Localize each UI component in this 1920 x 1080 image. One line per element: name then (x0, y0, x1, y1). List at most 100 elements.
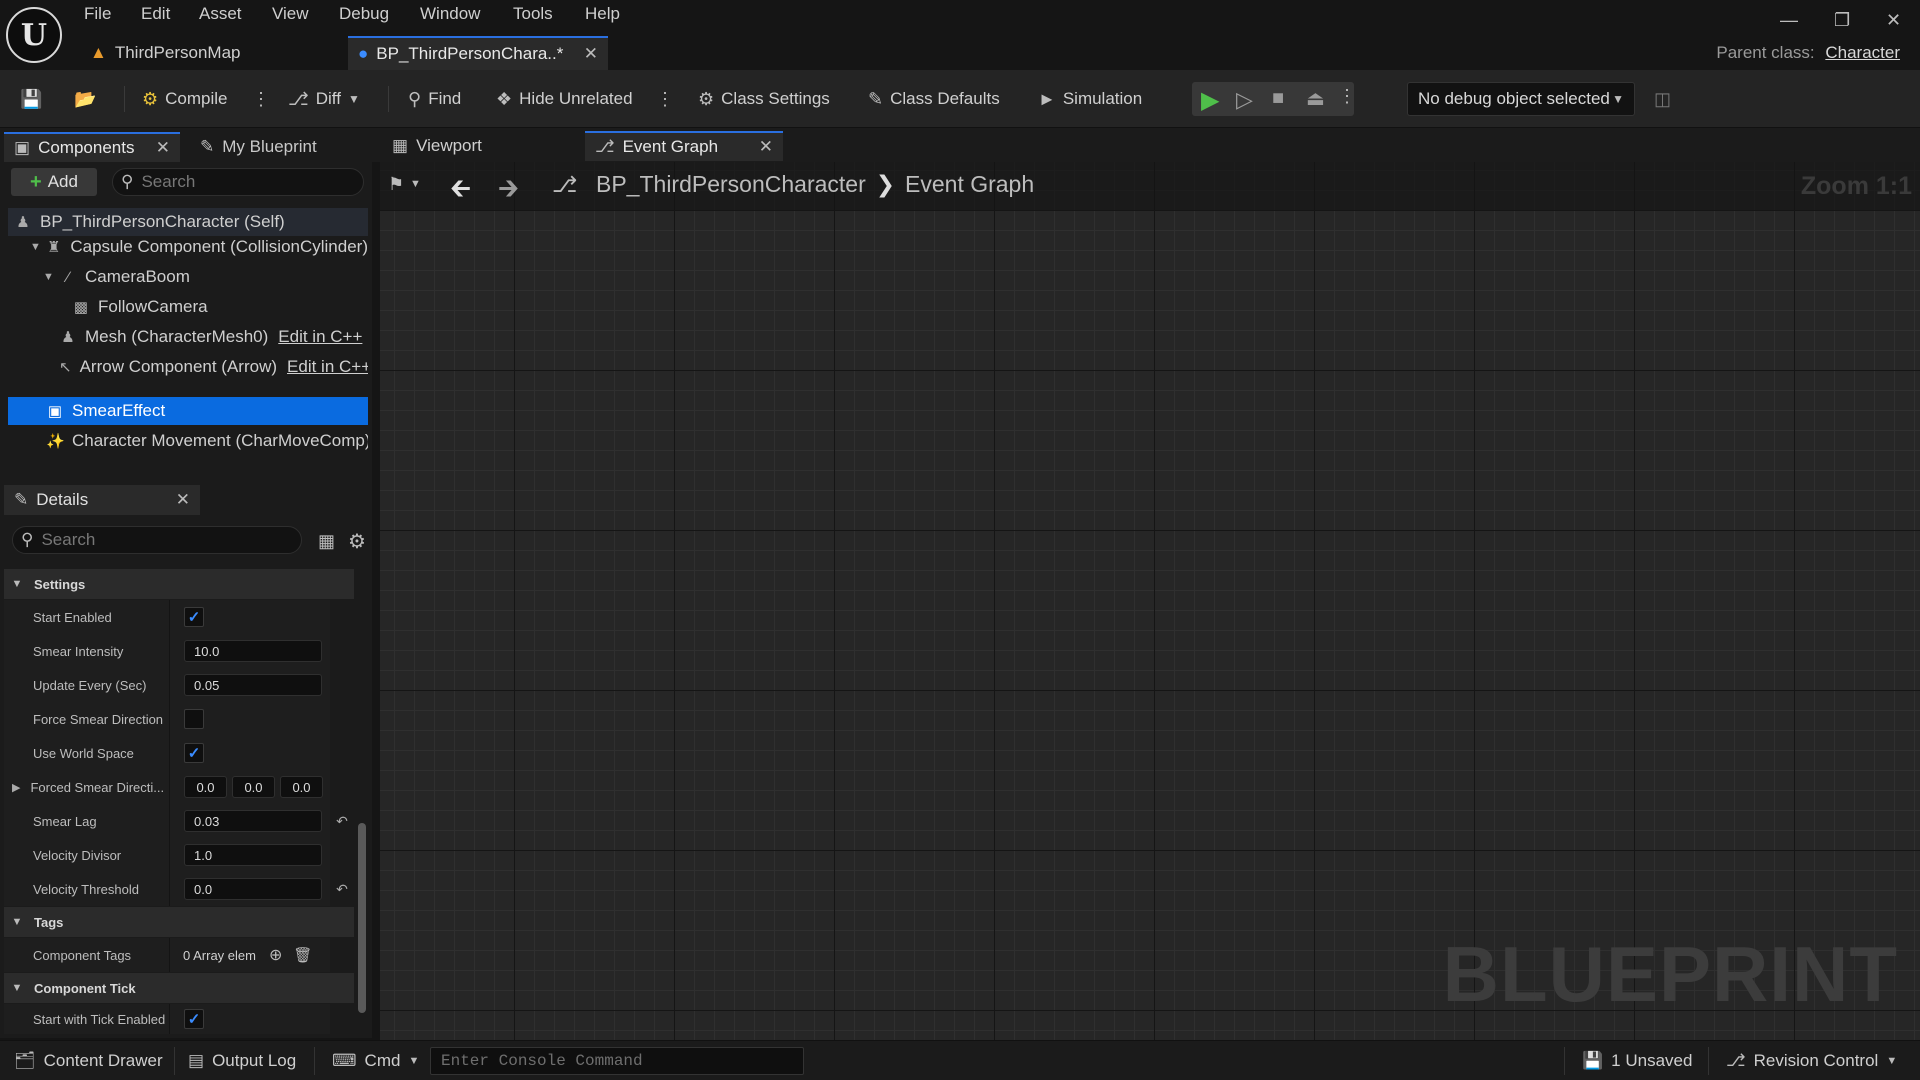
tab-third-person-map[interactable]: ▲ ThirdPersonMap (80, 36, 251, 70)
tree-item-capsule[interactable]: ▼ ♜ Capsule Component (CollisionCylinder… (8, 233, 368, 261)
output-log-button[interactable]: ▤ Output Log (188, 1051, 296, 1071)
components-search-input[interactable] (141, 172, 342, 192)
use-world-space-checkbox[interactable]: ✓ (184, 743, 204, 763)
compile-button[interactable]: ⚙ Compile (142, 85, 228, 113)
close-panel-icon[interactable]: ✕ (176, 490, 190, 510)
collapse-arrow-icon[interactable]: ▼ (6, 982, 28, 994)
minimize-icon[interactable]: — (1780, 10, 1798, 31)
edit-in-cpp-link[interactable]: Edit in C++ (287, 357, 368, 377)
unsaved-button[interactable]: 💾 1 Unsaved (1582, 1051, 1692, 1071)
category-component-tick[interactable]: ▼ Component Tick (4, 973, 354, 1003)
revision-control-button[interactable]: ⎇ Revision Control ▼ (1726, 1051, 1897, 1071)
restore-icon[interactable]: ❐ (1834, 10, 1850, 31)
category-settings[interactable]: ▼ Settings (4, 569, 354, 599)
force-smear-direction-checkbox[interactable] (184, 709, 204, 729)
collapse-arrow-icon[interactable]: ▼ (6, 578, 28, 590)
eject-icon[interactable]: ⏏ (1306, 86, 1325, 111)
components-search[interactable]: ⚲ (112, 168, 364, 196)
forced-direction-x-field[interactable]: 0.0 (184, 776, 227, 798)
find-button[interactable]: ⚲ Find (408, 85, 461, 113)
details-scrollbar[interactable] (358, 823, 366, 1013)
tree-item-smeareffect[interactable]: ▣ SmearEffect (8, 397, 368, 425)
expand-arrow-icon[interactable]: ▼ (43, 271, 57, 283)
class-settings-button[interactable]: ⚙ Class Settings (698, 85, 830, 113)
velocity-threshold-field[interactable]: 0.0 (184, 878, 322, 900)
unreal-logo-icon[interactable]: U (6, 7, 62, 63)
tab-details[interactable]: ✎ Details ✕ (4, 485, 200, 515)
reset-to-default-icon[interactable]: ↶ (330, 881, 354, 898)
menu-file[interactable]: File (84, 4, 111, 24)
edit-in-cpp-link[interactable]: Edit in C++ (278, 327, 362, 347)
bookmark-icon[interactable]: ⚑ (388, 174, 404, 195)
trash-icon[interactable]: 🗑 (293, 946, 312, 964)
console-command-box[interactable] (430, 1047, 804, 1075)
tree-item-charactermovement[interactable]: ✨ Character Movement (CharMoveComp) (8, 427, 368, 455)
smear-intensity-field[interactable]: 10.0 (184, 640, 322, 662)
update-every-field[interactable]: 0.05 (184, 674, 322, 696)
class-defaults-button[interactable]: ✎ Class Defaults (868, 85, 1000, 113)
step-icon[interactable]: ▷ (1236, 87, 1253, 113)
content-drawer-button[interactable]: 🗂 Content Drawer (14, 1051, 163, 1071)
tree-item-self[interactable]: ♟ BP_ThirdPersonCharacter (Self) (8, 208, 368, 236)
expand-arrow-icon[interactable]: ▼ (30, 241, 43, 253)
velocity-divisor-field[interactable]: 1.0 (184, 844, 322, 866)
menu-window[interactable]: Window (420, 4, 480, 24)
tab-my-blueprint[interactable]: ✎ My Blueprint (190, 132, 327, 162)
forced-direction-y-field[interactable]: 0.0 (232, 776, 275, 798)
category-tags[interactable]: ▼ Tags (4, 907, 354, 937)
simulation-button[interactable]: ► Simulation (1038, 85, 1142, 113)
start-with-tick-checkbox[interactable]: ✓ (184, 1009, 204, 1029)
save-icon[interactable]: 💾 (20, 85, 42, 113)
breadcrumb-graph[interactable]: Event Graph (905, 171, 1034, 198)
expand-arrow-icon[interactable]: ▶ (12, 781, 20, 794)
breadcrumb-blueprint[interactable]: BP_ThirdPersonCharacter (596, 171, 866, 198)
debug-filter-icon[interactable]: ◫ (1654, 85, 1671, 113)
reset-to-default-icon[interactable]: ↶ (330, 813, 354, 830)
close-panel-icon[interactable]: ✕ (156, 138, 170, 158)
play-icon[interactable]: ▶ (1201, 86, 1219, 115)
cmd-select[interactable]: ⌨ Cmd ▼ (332, 1051, 419, 1071)
details-search[interactable]: ⚲ (12, 526, 302, 554)
debug-object-select[interactable]: No debug object selected ▼ (1407, 82, 1635, 116)
forward-arrow-icon[interactable]: 🡲 (498, 170, 519, 214)
diff-button[interactable]: ⎇ Diff ▼ (288, 85, 360, 113)
add-component-button[interactable]: + Add (11, 168, 97, 196)
tab-blueprint[interactable]: ● BP_ThirdPersonChara..* ✕ (348, 36, 608, 70)
tab-event-graph[interactable]: ⎇ Event Graph ✕ (585, 131, 783, 161)
menu-debug[interactable]: Debug (339, 4, 389, 24)
tab-components[interactable]: ▣ Components ✕ (4, 132, 180, 162)
details-search-input[interactable] (41, 530, 242, 550)
settings-gear-icon[interactable]: ⚙ (348, 529, 366, 554)
tree-item-followcamera[interactable]: ▩ FollowCamera (8, 293, 368, 321)
parent-class-link[interactable]: Character (1825, 43, 1900, 62)
close-tab-icon[interactable]: ✕ (759, 137, 773, 157)
menu-help[interactable]: Help (585, 4, 620, 24)
graph-hierarchy-icon[interactable]: ⎇ (552, 172, 577, 198)
play-options-icon[interactable]: ⋮ (1338, 86, 1356, 107)
forced-direction-z-field[interactable]: 0.0 (280, 776, 323, 798)
chevron-down-icon[interactable]: ▼ (410, 178, 421, 190)
tree-item-mesh[interactable]: ♟ Mesh (CharacterMesh0) Edit in C++ (8, 323, 368, 351)
close-tab-icon[interactable]: ✕ (584, 44, 598, 64)
tree-item-cameraboom[interactable]: ▼ ∕ CameraBoom (8, 263, 368, 291)
tab-viewport[interactable]: ▦ Viewport (382, 131, 492, 161)
close-window-icon[interactable]: ✕ (1886, 10, 1901, 31)
property-matrix-icon[interactable]: ▦ (318, 531, 335, 552)
collapse-arrow-icon[interactable]: ▼ (6, 916, 28, 928)
menu-tools[interactable]: Tools (513, 4, 553, 24)
menu-view[interactable]: View (272, 4, 309, 24)
event-graph-canvas[interactable]: ⚑ ▼ 🡰 🡲 ⎇ BP_ThirdPersonCharacter ❯ Even… (380, 162, 1920, 1040)
console-command-input[interactable] (441, 1052, 791, 1070)
add-element-icon[interactable]: ⊕ (269, 945, 282, 965)
compile-options-icon[interactable]: ⋮ (252, 85, 270, 113)
tree-item-arrow[interactable]: ↖ Arrow Component (Arrow) Edit in C++ (8, 353, 368, 381)
menu-asset[interactable]: Asset (199, 4, 242, 24)
browse-icon[interactable]: 📂 (74, 85, 96, 113)
stop-icon[interactable]: ■ (1272, 87, 1284, 110)
smear-lag-field[interactable]: 0.03 (184, 810, 322, 832)
menu-edit[interactable]: Edit (141, 4, 170, 24)
hide-unrelated-options-icon[interactable]: ⋮ (656, 85, 674, 113)
start-enabled-checkbox[interactable]: ✓ (184, 607, 204, 627)
hide-unrelated-button[interactable]: ❖ Hide Unrelated (496, 85, 633, 113)
back-arrow-icon[interactable]: 🡰 (450, 170, 471, 214)
